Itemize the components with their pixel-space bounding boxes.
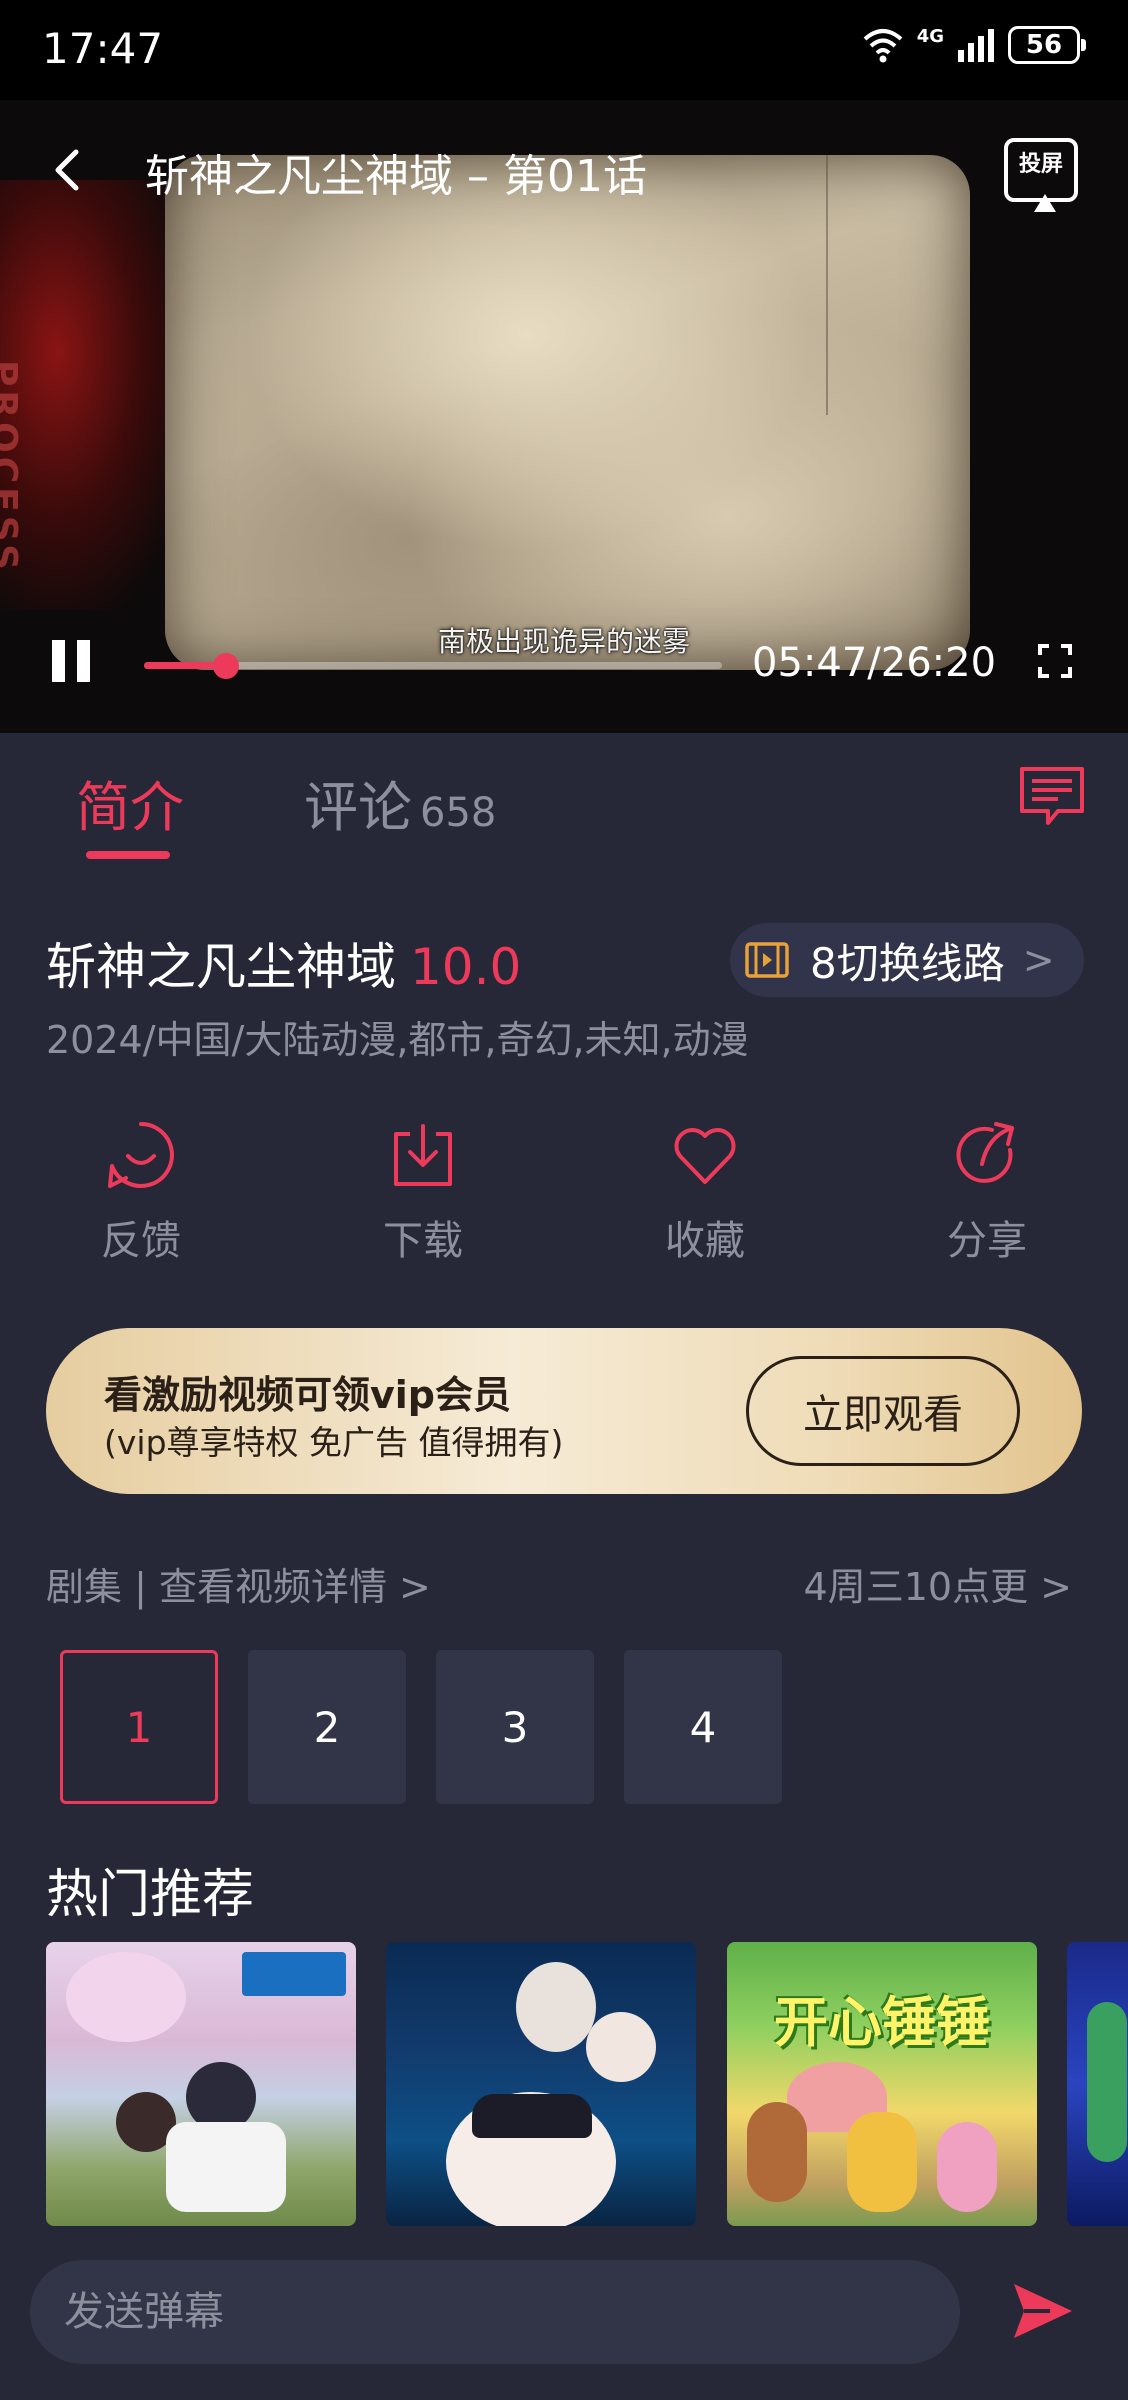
recommendation-card[interactable]: [46, 1942, 356, 2226]
episodes-schedule[interactable]: 4周三10点更 >: [804, 1556, 1072, 1611]
character-hair-shape: [472, 2094, 592, 2138]
episode-button[interactable]: 1: [60, 1650, 218, 1804]
leaf-shape: [1087, 2002, 1127, 2162]
share-button[interactable]: 分享: [917, 1120, 1057, 1266]
tab-intro[interactable]: 简介: [76, 763, 184, 842]
switch-route-label: 8切换线路: [810, 938, 1005, 988]
danmaku-input[interactable]: [64, 2260, 924, 2364]
progress-slider[interactable]: [144, 653, 722, 679]
show-score: 10.0: [410, 938, 522, 996]
video-title: 斩神之凡尘神域 – 第01话: [145, 151, 647, 202]
recommendations-title: 热门推荐: [46, 1865, 255, 1925]
character-shape: [586, 2012, 656, 2082]
watch-now-button[interactable]: 立即观看: [746, 1356, 1020, 1466]
cast-label: 投屏: [1018, 152, 1063, 177]
episode-list: 1 2 3 4: [60, 1650, 782, 1804]
download-label: 下载: [383, 1218, 463, 1264]
cherry-blossom-shape: [66, 1952, 186, 2042]
status-icons: 4G 56: [861, 26, 1086, 64]
progress-thumb[interactable]: [213, 653, 240, 679]
danmaku-list-icon[interactable]: [1018, 765, 1086, 829]
video-frame: [165, 155, 970, 670]
chevron-right-icon: >: [1022, 938, 1055, 982]
tab-comments-label: 评论: [304, 776, 412, 839]
favorite-button[interactable]: 收藏: [635, 1120, 775, 1266]
episode-button[interactable]: 4: [624, 1650, 782, 1804]
vip-subtitle: (vip尊享特权 免广告 值得拥有): [104, 1423, 564, 1462]
episode-button[interactable]: 2: [248, 1650, 406, 1804]
pause-icon-bar: [77, 640, 90, 682]
signal-icon: [958, 29, 994, 62]
feedback-button[interactable]: 反馈: [71, 1120, 211, 1266]
feedback-label: 反馈: [101, 1218, 181, 1264]
video-player[interactable]: PROCESS 斩神之凡尘神域 – 第01话 投屏 南极出现诡异的迷雾 05:4…: [0, 100, 1128, 733]
comments-count: 658: [420, 790, 497, 836]
character-shape: [166, 2122, 286, 2212]
switch-route-button[interactable]: 8切换线路 >: [730, 923, 1084, 997]
film-icon: [745, 942, 789, 978]
pause-button[interactable]: [52, 640, 92, 682]
vip-banner[interactable]: 看激励视频可领vip会员 (vip尊享特权 免广告 值得拥有) 立即观看: [46, 1328, 1082, 1494]
character-shape: [747, 2102, 807, 2202]
action-row: 反馈 下载 收藏 分享: [0, 1120, 1128, 1280]
status-time: 17:47: [42, 24, 164, 73]
cast-icon: [1034, 194, 1056, 212]
fullscreen-icon[interactable]: [1038, 644, 1072, 678]
download-button[interactable]: 下载: [353, 1120, 493, 1266]
character-shape: [937, 2122, 997, 2212]
show-meta: 2024/中国/大陆动漫,都市,奇幻,未知,动漫: [46, 1018, 749, 1062]
show-title: 斩神之凡尘神域: [46, 938, 396, 996]
recommendation-logo: 开心锤锤: [774, 1991, 990, 2054]
character-shape: [516, 1962, 596, 2052]
share-icon: [956, 1122, 1014, 1183]
video-watermark: PROCESS: [0, 360, 24, 574]
episodes-header[interactable]: 剧集 | 查看视频详情 >: [46, 1556, 431, 1611]
video-frame-glow: [0, 180, 190, 610]
heart-icon: [674, 1128, 736, 1184]
pause-icon-bar: [52, 640, 65, 682]
detail-tabs: 简介 评论 658: [0, 733, 1128, 883]
back-arrow-icon: [55, 149, 79, 191]
network-type: 4G: [916, 26, 944, 47]
danmaku-bar: [30, 2260, 960, 2364]
character-shape: [847, 2112, 917, 2212]
send-icon[interactable]: [1010, 2280, 1076, 2342]
download-icon: [394, 1124, 452, 1186]
recommendation-card[interactable]: 开心锤锤: [727, 1942, 1037, 2226]
status-bar: 17:47 4G 56: [0, 0, 1128, 100]
cast-button[interactable]: 投屏: [1004, 138, 1078, 212]
recommendation-card[interactable]: [386, 1942, 696, 2226]
favorite-label: 收藏: [665, 1218, 745, 1264]
recommendations-row: 开心锤锤: [46, 1942, 1128, 2226]
feedback-smile-icon: [108, 1122, 174, 1188]
rec-badge: [242, 1952, 346, 1996]
tab-active-indicator: [86, 851, 170, 859]
video-frame-scratch: [826, 155, 828, 415]
episode-button[interactable]: 3: [436, 1650, 594, 1804]
share-label: 分享: [947, 1218, 1027, 1264]
battery-indicator: 56: [1008, 26, 1086, 64]
back-button[interactable]: [52, 140, 96, 200]
tab-comments[interactable]: 评论 658: [304, 763, 496, 842]
recommendation-card[interactable]: [1067, 1942, 1128, 2226]
video-time: 05:47/26:20: [752, 640, 997, 686]
vip-title: 看激励视频可领vip会员: [104, 1373, 511, 1417]
wifi-icon: [863, 29, 903, 63]
show-title-line: 斩神之凡尘神域 10.0: [46, 927, 521, 999]
